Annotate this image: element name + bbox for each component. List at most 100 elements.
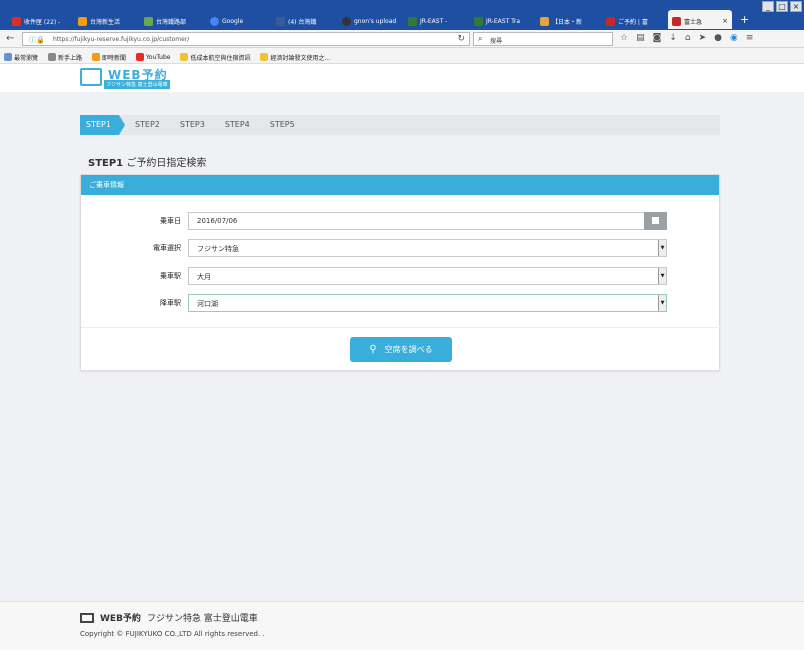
close-tab-icon[interactable]: × xyxy=(722,17,728,25)
site-icon xyxy=(342,16,351,26)
copyright-text: Copyright © FUJIKYUKO CO.,LTD All rights… xyxy=(80,630,265,638)
menu-icon[interactable]: ≡ xyxy=(746,33,754,43)
close-window-icon[interactable]: × xyxy=(790,1,802,12)
step-progress-bar: STEP1 STEP2 STEP3 STEP4 STEP5 xyxy=(80,115,720,135)
date-row: 乗車日 2016/07/06 xyxy=(81,212,721,230)
back-icon[interactable]: ← xyxy=(6,33,14,45)
page-title: STEP1 ご予約日指定検索 xyxy=(88,154,206,169)
folder-icon xyxy=(180,53,189,61)
browser-tab[interactable]: Google xyxy=(206,10,270,29)
train-select[interactable]: フジサン特急 ▼ xyxy=(188,239,667,257)
bookmark-star-icon[interactable]: ☆ xyxy=(620,33,628,43)
date-label: 乗車日 xyxy=(160,217,181,225)
footer-logo-wordmark: WEB予約 xyxy=(100,614,141,624)
arrival-row: 降車駅 河口湖 ▼ xyxy=(81,294,721,312)
bookmark-item[interactable]: 經濟討論發文使用之... xyxy=(260,51,330,63)
site-logo[interactable]: WEB予約 フジサン特急 富士登山電車 xyxy=(80,66,178,89)
step-2: STEP2 xyxy=(134,120,160,129)
site-icon xyxy=(144,16,153,26)
browser-tab[interactable]: 【日本・新 xyxy=(536,10,600,29)
bookmark-icon xyxy=(4,53,12,61)
browser-tab[interactable]: JR-EAST Tra xyxy=(470,10,534,29)
bookmark-item[interactable]: 最常瀏覽 xyxy=(4,51,38,63)
train-label: 電車選択 xyxy=(153,244,181,252)
chat-icon[interactable]: ● xyxy=(714,33,722,43)
browser-tab[interactable]: 台灣新生活 xyxy=(74,10,138,29)
divider xyxy=(81,327,721,328)
browser-title-bar: _ □ × 收件匣 (22) - 台灣新生活 台灣鐵路部 Google (4) … xyxy=(0,0,804,30)
departure-label: 乗車駅 xyxy=(160,272,181,280)
train-row: 電車選択 フジサン特急 ▼ xyxy=(81,239,721,257)
tab-strip: 收件匣 (22) - 台灣新生活 台灣鐵路部 Google (4) 台灣鐵 gn… xyxy=(8,10,755,30)
url-text: https://fujikyu-reserve.fujikyu.co.jp/cu… xyxy=(53,36,190,43)
step-5: STEP5 xyxy=(269,120,295,129)
search-icon: ⚲ xyxy=(369,344,377,355)
download-icon[interactable]: ↓ xyxy=(669,33,677,43)
rss-icon xyxy=(92,53,101,61)
bookmarks-bar: 最常瀏覽 新手上路 即時新聞 YouTube 低成本航空與住宿資訊 經濟討論發文… xyxy=(0,48,804,64)
bookmark-item[interactable]: YouTube xyxy=(136,51,170,63)
search-input[interactable]: ⌕ 搜尋 xyxy=(473,32,613,46)
browser-tab[interactable]: gnon's upload xyxy=(338,10,402,29)
dropdown-arrow-icon[interactable]: ▼ xyxy=(658,240,666,256)
send-icon[interactable]: ➤ xyxy=(699,33,707,43)
arrival-label: 降車駅 xyxy=(160,299,181,307)
browser-tab[interactable]: JR-EAST - xyxy=(404,10,468,29)
lock-icon: ⓘ🔒 xyxy=(29,36,45,44)
search-icon: ⌕ xyxy=(478,34,483,43)
navigation-bar: ← ⓘ🔒 https://fujikyu-reserve.fujikyu.co.… xyxy=(0,30,804,48)
page-title-text: ご予約日指定検索 xyxy=(126,158,207,169)
date-field[interactable]: 2016/07/06 xyxy=(188,212,667,230)
step-1: STEP1 xyxy=(80,115,125,135)
browser-tab[interactable]: 收件匣 (22) - xyxy=(8,10,72,29)
reload-icon[interactable]: ↻ xyxy=(457,34,465,44)
site-icon xyxy=(78,16,87,26)
step-3: STEP3 xyxy=(179,120,205,129)
new-tab-button[interactable]: + xyxy=(734,10,755,30)
search-vacancy-label: 空席を調べる xyxy=(384,345,433,354)
fujikyu-icon xyxy=(672,16,681,26)
departure-select[interactable]: 大月 ▼ xyxy=(188,267,667,285)
youtube-icon xyxy=(136,53,145,61)
web-page: WEB予約 フジサン特急 富士登山電車 STEP1 STEP2 STEP3 ST… xyxy=(0,64,804,650)
departure-row: 乗車駅 大月 ▼ xyxy=(81,267,721,285)
reading-list-icon[interactable]: ▤ xyxy=(636,33,645,43)
browser-tab[interactable]: (4) 台灣鐵 xyxy=(272,10,336,29)
bookmark-item[interactable]: 即時新聞 xyxy=(92,51,126,63)
site-icon xyxy=(540,16,549,26)
card-header: ご乗車情報 xyxy=(81,175,719,195)
calendar-icon[interactable] xyxy=(644,212,667,230)
search-vacancy-button[interactable]: ⚲ 空席を調べる xyxy=(350,337,452,362)
page-title-step: STEP1 xyxy=(88,158,124,169)
browser-tab[interactable]: ご予約 | 富 xyxy=(602,10,666,29)
arrival-select[interactable]: 河口湖 ▼ xyxy=(188,294,667,312)
url-bar[interactable]: ⓘ🔒 https://fujikyu-reserve.fujikyu.co.jp… xyxy=(22,32,470,46)
toolbar-icons: ☆ ▤ ◙ ↓ ⌂ ➤ ● ◉ ≡ xyxy=(620,33,753,43)
gmail-icon xyxy=(12,16,21,26)
dropdown-arrow-icon[interactable]: ▼ xyxy=(658,295,666,311)
folder-icon xyxy=(260,53,269,61)
facebook-icon xyxy=(276,16,285,26)
firefox-icon xyxy=(48,53,57,61)
jr-east-icon xyxy=(474,16,483,26)
site-header: WEB予約 フジサン特急 富士登山電車 xyxy=(0,64,804,92)
tv-logo-icon xyxy=(80,68,102,86)
fujikyu-icon xyxy=(606,16,615,26)
browser-tab[interactable]: 台灣鐵路部 xyxy=(140,10,204,29)
browser-tab-active[interactable]: 富士急 × xyxy=(668,10,732,29)
bookmark-item[interactable]: 新手上路 xyxy=(48,51,82,63)
footer-logo-text: フジサン特急 富士登山電車 xyxy=(146,614,258,624)
maximize-icon[interactable]: □ xyxy=(776,1,788,12)
dropdown-arrow-icon[interactable]: ▼ xyxy=(658,268,666,284)
home-icon[interactable]: ⌂ xyxy=(685,33,691,43)
minimize-icon[interactable]: _ xyxy=(762,1,774,12)
google-icon xyxy=(210,16,219,26)
jr-east-icon xyxy=(408,16,417,26)
site-footer: WEB予約 フジサン特急 富士登山電車 Copyright © FUJIKYUK… xyxy=(0,601,804,650)
tv-logo-icon xyxy=(80,612,94,623)
skype-icon[interactable]: ◉ xyxy=(730,33,738,43)
bookmark-item[interactable]: 低成本航空與住宿資訊 xyxy=(180,51,250,63)
step-4: STEP4 xyxy=(224,120,250,129)
pocket-icon[interactable]: ◙ xyxy=(653,33,662,43)
footer-logo: WEB予約 フジサン特急 富士登山電車 xyxy=(80,611,258,624)
